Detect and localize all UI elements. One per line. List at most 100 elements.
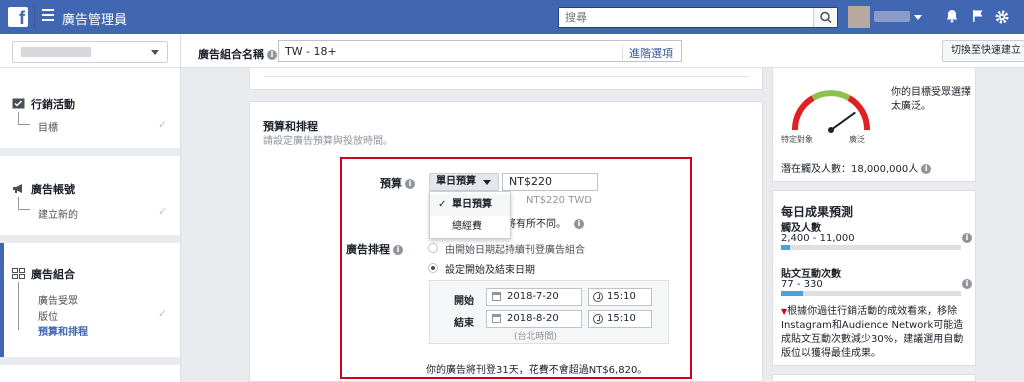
metric-engagement-range: 77 - 330 — [781, 279, 823, 290]
metric-engagement-fill — [781, 291, 803, 296]
potential-reach: 潛在觸及人數：18,000,000人 i — [781, 160, 932, 175]
left-navigation: 行銷活動 目標 ✓ 廣告帳號 建立新的 ✓ 廣告組合 廣告受眾 版位 ✓ 預算和… — [0, 68, 180, 382]
metric-reach-range: 2,400 - 11,000 — [781, 233, 855, 244]
gauge-needle — [830, 111, 856, 131]
nav-separator — [0, 357, 180, 365]
scrollbar[interactable] — [988, 68, 1024, 382]
info-icon[interactable]: i — [962, 279, 972, 289]
facebook-logo-icon[interactable]: f — [8, 7, 28, 28]
budget-schedule-card: 預算和排程 請設定廣告預算與投放時間。 預算 i 單日預算 NT$220 NT$2… — [249, 101, 763, 382]
schedule-option-continuous[interactable]: 由開始日期起持續刊登廣告組合 — [445, 241, 585, 256]
check-icon: ✓ — [158, 118, 168, 131]
nav-group-ad-account[interactable]: 廣告帳號 — [12, 181, 75, 197]
calendar-icon — [492, 314, 501, 323]
highlight-box: 預算 i 單日預算 NT$220 NT$220 TWD 將有所不同。 i ✓ 單日預算… — [340, 157, 692, 379]
hamburger-icon[interactable] — [42, 9, 54, 23]
account-menu-chevron-icon[interactable] — [914, 15, 922, 20]
campaign-icon — [12, 98, 25, 109]
sidebar-item-audience[interactable]: 廣告受眾 — [38, 292, 78, 307]
info-icon[interactable]: i — [393, 245, 403, 255]
budget-amount-input[interactable]: NT$220 — [502, 173, 598, 191]
budget-currency-note: NT$220 TWD — [526, 195, 592, 206]
metric-reach-name: 觸及人數 — [781, 223, 821, 234]
metric-engagement-bar — [781, 291, 961, 296]
partial-note: 將有所不同。 i — [506, 215, 584, 230]
vertical-divider — [180, 34, 181, 382]
end-label: 結束 — [454, 318, 474, 329]
metric-engagement-name: 貼文互動次數 — [781, 269, 841, 280]
active-section-indicator — [0, 243, 4, 357]
audience-gauge — [791, 90, 871, 133]
username-redacted[interactable] — [874, 11, 910, 22]
ad-account-select[interactable] — [12, 41, 168, 63]
tree-line — [18, 197, 30, 210]
chevron-down-icon — [151, 50, 159, 55]
audience-breadth-text: 你的目標受眾選擇太廣泛。 — [891, 87, 971, 112]
schedule-radio-start-end[interactable] — [428, 263, 438, 273]
nav-separator — [0, 235, 180, 243]
adset-name-label: 廣告組合名稱 i — [198, 46, 277, 62]
gauge-broad-label: 廣泛 — [849, 135, 865, 144]
tree-line — [18, 112, 30, 125]
sidebar-item-budget-schedule[interactable]: 預算和排程 — [38, 323, 88, 338]
search-input[interactable] — [559, 8, 809, 27]
app-title[interactable]: 廣告管理員 — [62, 9, 127, 28]
avatar[interactable] — [848, 6, 870, 28]
top-navigation-bar: f 廣告管理員 — [0, 0, 1024, 34]
bell-icon[interactable] — [944, 9, 960, 25]
clock-icon — [593, 292, 603, 302]
info-icon[interactable]: i — [267, 50, 277, 60]
sidebar-item-objective[interactable]: 目標 — [38, 119, 58, 134]
schedule-radio-continuous[interactable] — [428, 243, 438, 253]
check-icon: ✓ — [438, 199, 447, 210]
info-icon[interactable]: i — [405, 179, 415, 189]
gauge-specific-label: 特定對象 — [781, 135, 813, 144]
dropdown-option-daily-budget[interactable]: ✓ 單日預算 — [430, 194, 510, 216]
timezone-note: (台北時間) — [514, 332, 558, 342]
schedule-label: 廣告排程 i — [346, 241, 403, 257]
info-icon[interactable]: i — [962, 233, 972, 243]
search-button[interactable] — [813, 8, 837, 27]
quick-create-button[interactable]: 切換至快速建立 — [942, 40, 1024, 62]
info-icon[interactable]: i — [574, 219, 584, 229]
budget-label: 預算 i — [380, 175, 415, 191]
next-panel-stub — [772, 374, 976, 382]
sidebar-item-placements[interactable]: 版位 — [38, 308, 58, 323]
audience-definition-panel: 特定對象 廣泛 你的目標受眾選擇太廣泛。 潛在觸及人數：18,000,000人 i — [772, 68, 976, 182]
nav-group-campaign[interactable]: 行銷活動 — [12, 96, 75, 112]
placement-tip: ▼根據你過往行銷活動的成效看來，移除Instagram和Audience Net… — [781, 306, 964, 359]
start-label: 開始 — [454, 296, 474, 307]
budget-type-dropdown: ✓ 單日預算 總經費 — [429, 191, 511, 239]
end-time-input[interactable]: 15:10 — [588, 310, 652, 328]
clock-icon — [593, 314, 603, 324]
topbar-divider — [34, 6, 35, 28]
megaphone-icon — [13, 184, 22, 193]
info-icon[interactable]: i — [921, 164, 932, 174]
search-box — [558, 7, 838, 28]
daily-results-panel: 每日成果預測 觸及人數 2,400 - 11,000 i 貼文互動次數 77 -… — [772, 190, 976, 366]
gear-icon[interactable] — [994, 9, 1010, 25]
adset-grid-icon — [12, 268, 25, 279]
start-time-input[interactable]: 15:10 — [588, 288, 652, 306]
flag-icon[interactable] — [970, 9, 986, 25]
previous-section-card — [249, 68, 763, 90]
metric-reach-bar — [781, 245, 961, 250]
end-date-input[interactable]: 2018-8-20 — [486, 310, 582, 328]
dropdown-option-lifetime-budget[interactable]: 總經費 — [430, 216, 510, 238]
calendar-icon — [492, 292, 501, 301]
account-name-redacted — [21, 47, 91, 57]
daily-results-title: 每日成果預測 — [781, 205, 854, 219]
start-date-input[interactable]: 2018-7-20 — [486, 288, 582, 306]
date-time-panel: 開始 2018-7-20 15:10 結束 2018-8-20 15:10 (台… — [429, 280, 669, 344]
sidebar-item-create-new[interactable]: 建立新的 — [38, 206, 78, 221]
schedule-option-start-end[interactable]: 設定開始及結束日期 — [445, 261, 535, 276]
nav-group-adset[interactable]: 廣告組合 — [12, 266, 75, 282]
nav-separator — [0, 148, 180, 156]
section-subtitle: 請設定廣告預算與投放時間。 — [263, 136, 393, 147]
metric-reach-fill — [781, 245, 790, 250]
budget-type-select[interactable]: 單日預算 — [429, 173, 499, 191]
advanced-options-link[interactable]: 進階選項 — [622, 45, 673, 61]
check-icon: ✓ — [158, 205, 168, 218]
adset-name-field[interactable]: TW - 18+ 進階選項 — [278, 40, 682, 62]
adset-name-value[interactable]: TW - 18+ — [285, 45, 337, 58]
